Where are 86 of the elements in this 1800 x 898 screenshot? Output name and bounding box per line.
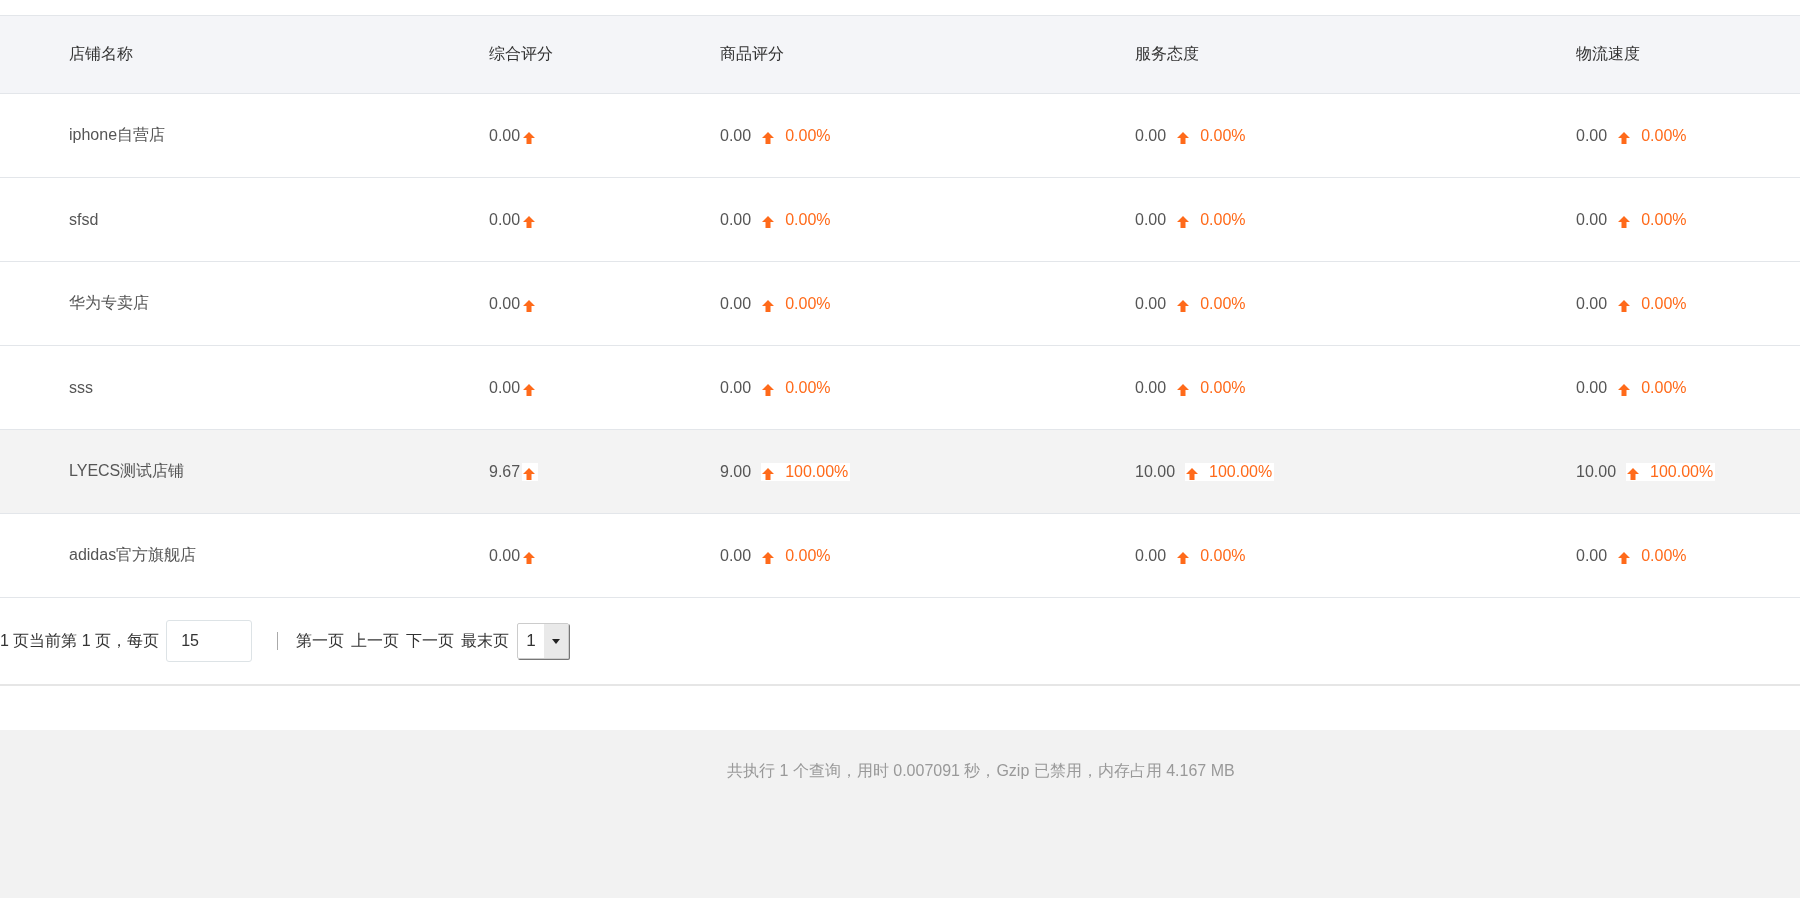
up-arrow-icon <box>761 130 776 145</box>
score-value: 0.00 <box>720 126 752 145</box>
up-arrow-icon <box>1176 214 1191 229</box>
up-arrow-icon <box>1617 130 1632 145</box>
up-arrow-icon <box>522 214 537 229</box>
up-arrow-icon <box>522 466 537 481</box>
column-header: 物流速度 <box>1576 44 1641 64</box>
score-value: 0.00 <box>1135 210 1167 229</box>
up-arrow-icon <box>761 298 776 313</box>
score-value: 10.00 <box>1135 462 1176 481</box>
page-link[interactable]: 最末页 <box>461 631 510 649</box>
page-link[interactable]: 第一页 <box>296 631 345 649</box>
score-value: 0.00 <box>489 378 521 397</box>
score-change: 0.00% <box>1200 210 1246 229</box>
up-arrow-icon <box>1626 466 1641 481</box>
score-value: 0.00 <box>720 294 752 313</box>
score-change: 0.00% <box>1200 294 1246 313</box>
score-value: 0.00 <box>1576 546 1608 565</box>
score-value: 0.00 <box>1576 294 1608 313</box>
up-arrow-icon <box>522 130 537 145</box>
score-change: 0.00% <box>785 210 831 229</box>
score-value: 0.00 <box>1576 126 1608 145</box>
score-value: 0.00 <box>1576 210 1608 229</box>
caret-down-icon <box>551 638 560 644</box>
score-value: 0.00 <box>489 210 521 229</box>
score-change: 0.00% <box>1200 126 1246 145</box>
score-change: 0.00% <box>785 378 831 397</box>
up-arrow-icon <box>522 550 537 565</box>
score-change: 100.00% <box>1209 462 1273 481</box>
page-link[interactable]: 下一页 <box>406 631 455 649</box>
page-select[interactable]: 1 <box>517 623 569 659</box>
score-value: 0.00 <box>489 294 521 313</box>
score-value: 0.00 <box>720 210 752 229</box>
score-change: 100.00% <box>785 462 849 481</box>
up-arrow-icon <box>1617 298 1632 313</box>
page-summary: 1 页当前第 1 页，每页 <box>0 630 160 651</box>
score-value: 0.00 <box>1135 126 1167 145</box>
page-link[interactable]: 上一页 <box>351 631 400 649</box>
score-change: 0.00% <box>1641 546 1687 565</box>
score-value: 0.00 <box>720 378 752 397</box>
up-arrow-icon <box>1176 130 1191 145</box>
score-change: 0.00% <box>785 294 831 313</box>
shop-name: LYECS测试店铺 <box>69 461 186 481</box>
score-value: 0.00 <box>1576 378 1608 397</box>
footer-stats: 共执行 1 个查询，用时 0.007091 秒，Gzip 已禁用，内存占用 4.167 MB <box>726 761 1236 781</box>
per-page-field[interactable]: 15 <box>166 620 253 662</box>
up-arrow-icon <box>1617 550 1632 565</box>
score-change: 0.00% <box>785 126 831 145</box>
score-change: 100.00% <box>1650 462 1714 481</box>
shop-name: adidas官方旗舰店 <box>69 545 198 565</box>
up-arrow-icon <box>522 382 537 397</box>
up-arrow-icon <box>761 466 776 481</box>
score-change: 0.00% <box>1641 126 1687 145</box>
score-change: 0.00% <box>1641 378 1687 397</box>
up-arrow-icon <box>1176 298 1191 313</box>
score-value: 0.00 <box>1135 378 1167 397</box>
score-value: 0.00 <box>720 546 752 565</box>
shop-name: iphone自营店 <box>69 125 167 145</box>
shop-name: sss <box>69 378 94 397</box>
up-arrow-icon <box>1617 214 1632 229</box>
score-value: 0.00 <box>1135 294 1167 313</box>
score-value: 0.00 <box>489 126 521 145</box>
score-change: 0.00% <box>785 546 831 565</box>
up-arrow-icon <box>761 550 776 565</box>
score-change: 0.00% <box>1200 546 1246 565</box>
up-arrow-icon <box>1617 382 1632 397</box>
score-value: 0.00 <box>1135 546 1167 565</box>
column-header: 店铺名称 <box>69 44 134 64</box>
column-header: 商品评分 <box>720 44 785 64</box>
up-arrow-icon <box>1185 466 1200 481</box>
up-arrow-icon <box>761 214 776 229</box>
score-value: 0.00 <box>489 546 521 565</box>
up-arrow-icon <box>761 382 776 397</box>
score-change: 0.00% <box>1641 294 1687 313</box>
score-change: 0.00% <box>1641 210 1687 229</box>
up-arrow-icon <box>1176 550 1191 565</box>
shop-name: 华为专卖店 <box>69 293 150 313</box>
up-arrow-icon <box>522 298 537 313</box>
column-header: 服务态度 <box>1135 44 1200 64</box>
score-value: 9.00 <box>720 462 752 481</box>
score-change: 0.00% <box>1200 378 1246 397</box>
score-value: 9.67 <box>489 462 521 481</box>
column-header: 综合评分 <box>489 44 554 64</box>
shop-name: sfsd <box>69 210 100 229</box>
up-arrow-icon <box>1176 382 1191 397</box>
score-value: 10.00 <box>1576 462 1617 481</box>
